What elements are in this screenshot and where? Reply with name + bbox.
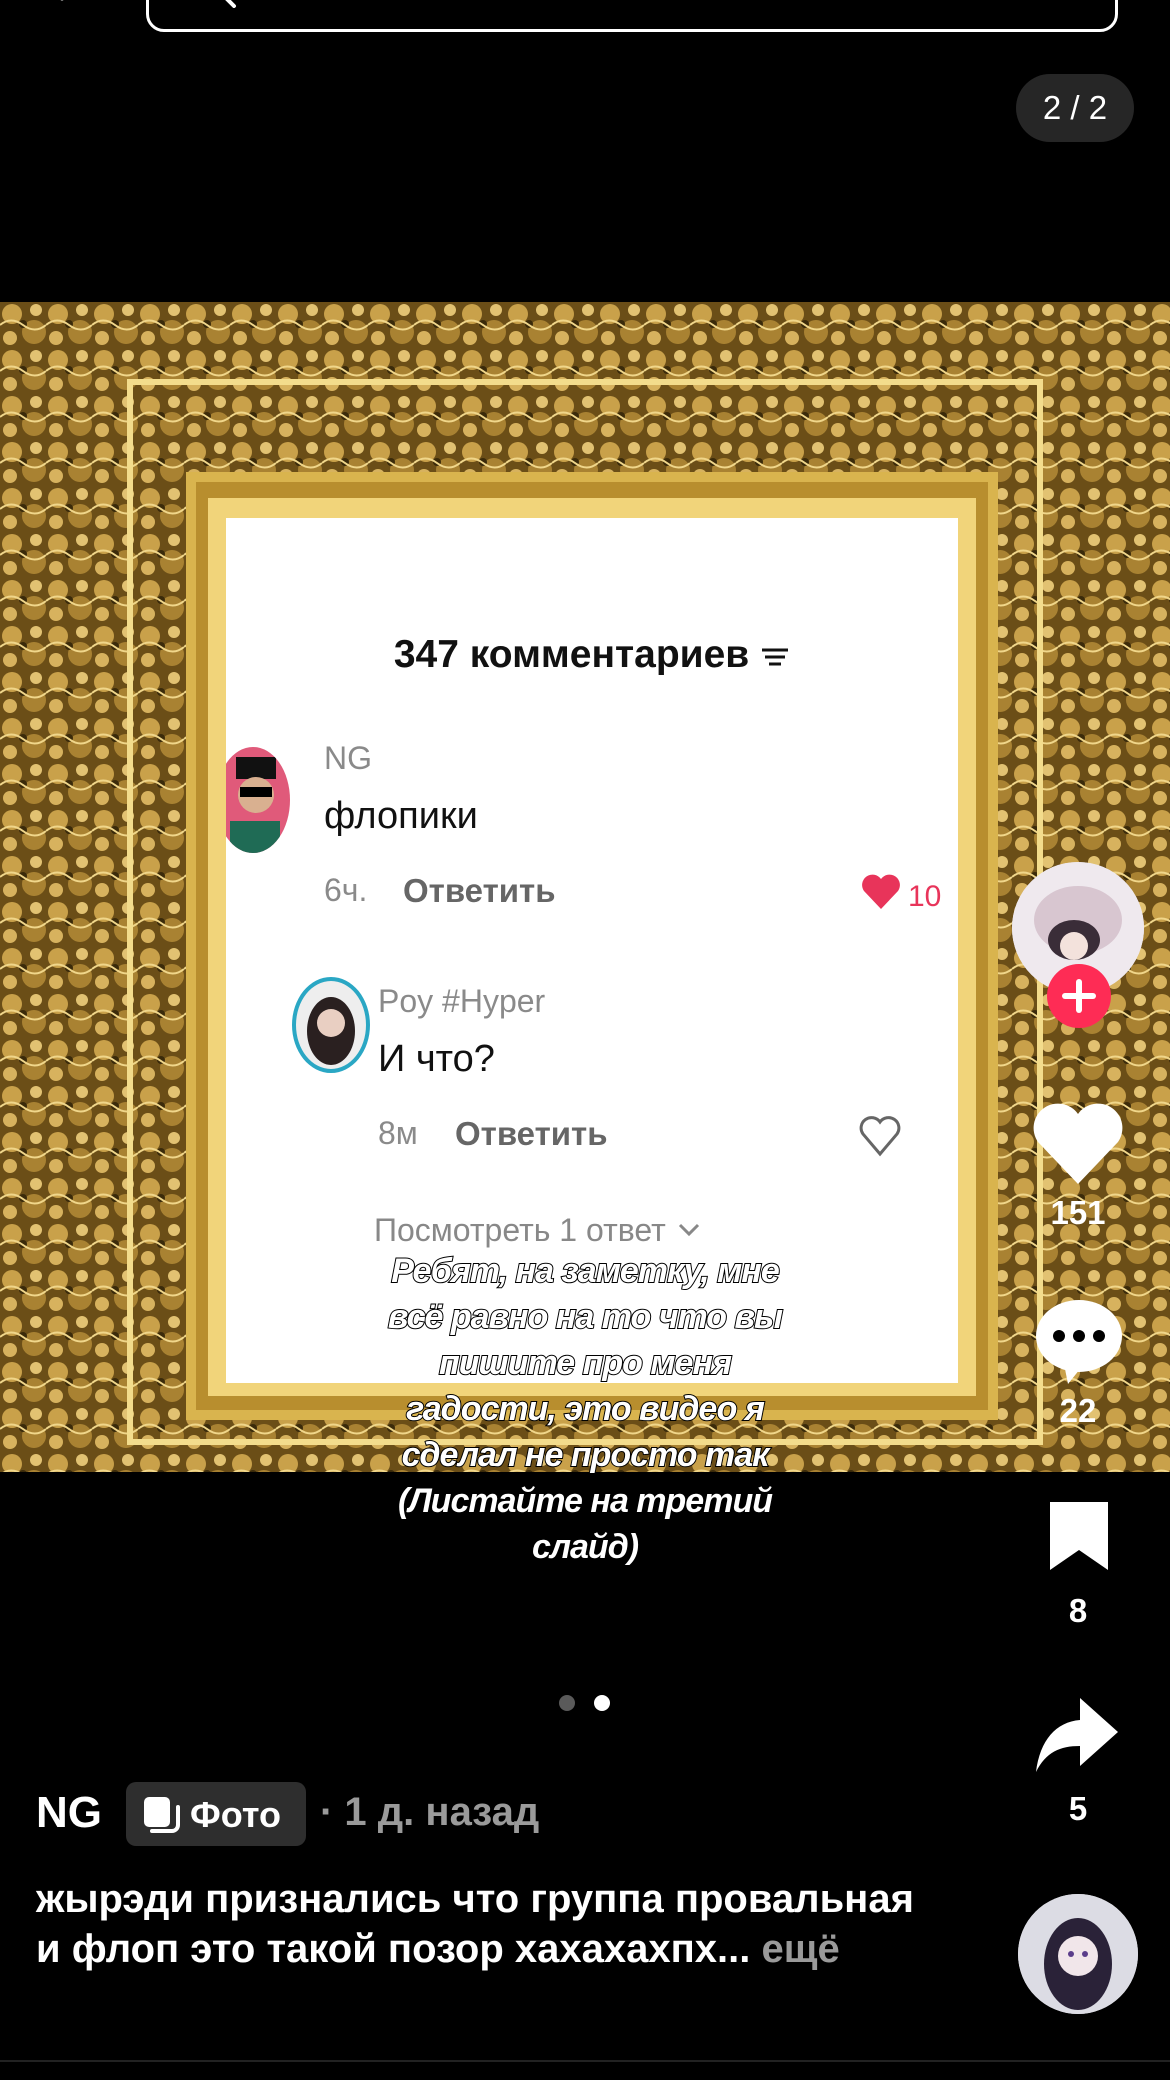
- overlay-caption-line: сделал не просто так: [401, 1435, 771, 1475]
- pagination-dot[interactable]: [559, 1695, 575, 1711]
- overlay-caption-line: всё равно на то что вы: [387, 1297, 784, 1337]
- avatar: [226, 747, 290, 853]
- comment-count: 22: [1059, 1392, 1097, 1429]
- post-caption[interactable]: жырэди признались что группа провальная …: [36, 1874, 936, 1974]
- photo-icon: [144, 1797, 180, 1833]
- slide-counter: 2 / 2: [1016, 74, 1134, 142]
- comment-icon: [1036, 1300, 1122, 1384]
- search-icon: [200, 0, 240, 8]
- comment-like-count: 10: [908, 880, 942, 913]
- reply-button: Ответить: [403, 872, 556, 909]
- overlay-caption-line: пишите про меня: [438, 1343, 733, 1383]
- reply-button: Ответить: [455, 1115, 608, 1152]
- share-count: 5: [1068, 1790, 1088, 1827]
- comments-count: 347 комментариев: [393, 633, 750, 676]
- photo-badge-label: Фото: [190, 1794, 281, 1835]
- pagination-dot-active[interactable]: [594, 1695, 610, 1711]
- share-button[interactable]: [1034, 1694, 1120, 1781]
- search-input[interactable]: [146, 0, 1118, 32]
- back-arrow-icon: [60, 0, 64, 1]
- avatar: [292, 977, 370, 1073]
- overlay-caption: Ребят, на заметку, мне всё равно на то ч…: [300, 1248, 870, 1570]
- save-button[interactable]: [1046, 1498, 1112, 1579]
- caption-more-link[interactable]: ещё: [750, 1927, 839, 1971]
- bookmark-icon: [1050, 1502, 1108, 1570]
- like-button[interactable]: [1030, 1100, 1126, 1193]
- photo-badge: Фото: [126, 1782, 306, 1846]
- heart-outline-icon: [859, 1116, 901, 1157]
- heart-icon: [1033, 1103, 1123, 1184]
- sound-avatar[interactable]: [1018, 1894, 1138, 2014]
- filter-icon: [762, 648, 789, 666]
- chevron-down-icon: [678, 1223, 700, 1237]
- plus-icon: [1062, 979, 1096, 1013]
- comment-username: NG: [324, 740, 372, 776]
- comment-time: 6ч.: [324, 872, 368, 908]
- comment-username: Poy #Hyper: [378, 983, 546, 1019]
- save-count: 8: [1068, 1592, 1088, 1629]
- overlay-caption-line: (Листайте на третий: [397, 1481, 774, 1521]
- overlay-caption-line: гадости, это видео я: [405, 1389, 766, 1429]
- post-time: · 1 д. назад: [320, 1790, 540, 1834]
- comment-text: флопики: [324, 795, 478, 837]
- share-icon: [1036, 1698, 1118, 1772]
- comments-header: 347 комментариев: [226, 633, 958, 677]
- like-count: 151: [1050, 1194, 1106, 1231]
- follow-button[interactable]: [1047, 964, 1111, 1028]
- comment-button[interactable]: [1034, 1296, 1124, 1391]
- heart-icon: [862, 874, 900, 909]
- divider: [0, 2060, 1170, 2062]
- overlay-caption-line: слайд): [531, 1527, 640, 1567]
- overlay-caption-line: Ребят, на заметку, мне: [390, 1251, 781, 1291]
- view-replies: Посмотреть 1 ответ: [374, 1212, 666, 1248]
- author-name[interactable]: NG: [36, 1788, 102, 1838]
- comment-time: 8м: [378, 1115, 418, 1151]
- comment-text: И что?: [378, 1038, 495, 1080]
- back-button[interactable]: [40, 0, 100, 20]
